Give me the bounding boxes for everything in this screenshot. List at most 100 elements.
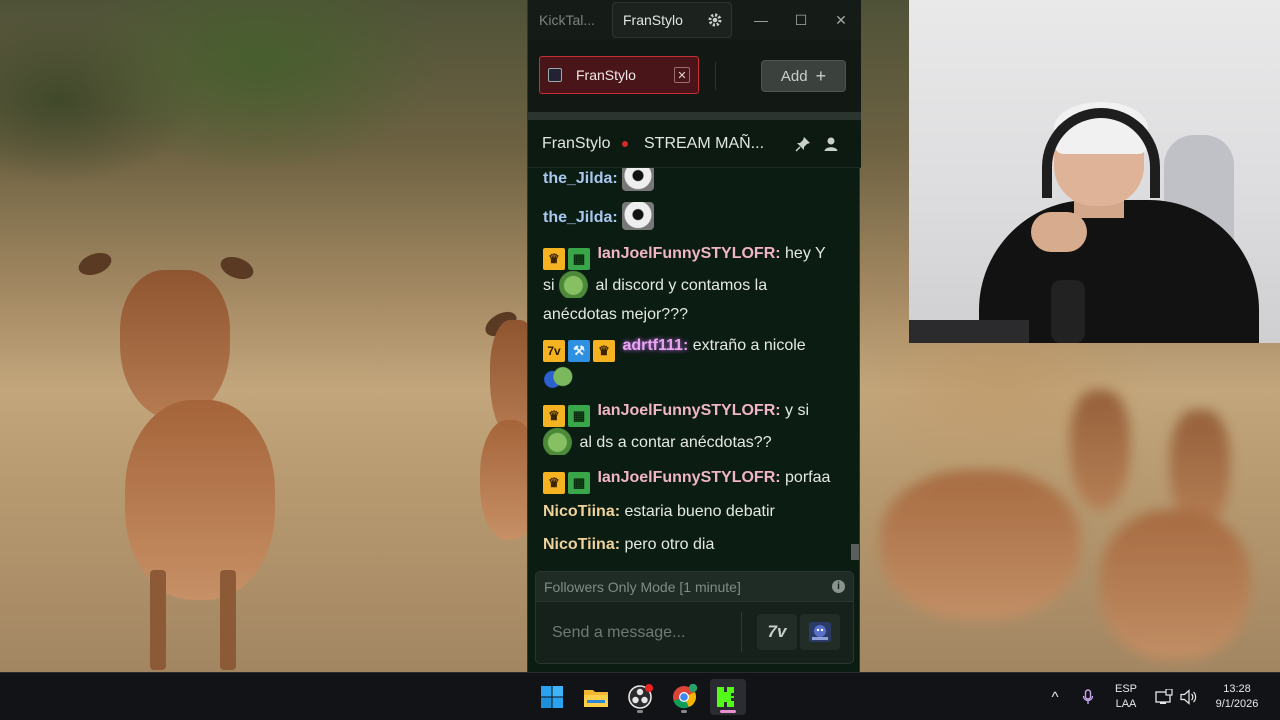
tray-network[interactable] <box>1153 673 1175 720</box>
info-icon[interactable]: i <box>832 580 845 593</box>
chat-scrollbar-thumb[interactable] <box>851 544 859 560</box>
crown-badge-icon: ♛ <box>543 472 565 494</box>
followers-only-notice: Followers Only Mode [1 minute] i <box>536 572 853 602</box>
stream-channel-name[interactable]: FranStylo <box>542 135 610 153</box>
chevron-up-icon: ^ <box>1051 688 1059 706</box>
chat-text: pero otro dia <box>624 536 715 553</box>
emote-picker-icon <box>809 622 831 642</box>
subscriber-badge-icon: ▦ <box>568 472 590 494</box>
maximize-button[interactable]: ☐ <box>786 8 816 32</box>
network-icon <box>1155 689 1173 704</box>
crown-badge-icon: ♛ <box>593 340 615 362</box>
taskbar-obs[interactable] <box>622 679 658 715</box>
chat-username[interactable]: the_Jilda: <box>543 209 618 226</box>
title-bar[interactable]: KickTal... FranStylo — ☐ ✕ <box>528 0 861 40</box>
kick-icon <box>717 687 734 707</box>
webcam-desk <box>909 320 1029 343</box>
close-icon: ✕ <box>835 11 847 28</box>
subscriber-badge-icon: ▦ <box>568 405 590 427</box>
chat-message: ♛ ▦ IanJoelFunnySTYLOFR: y si al ds a con… <box>543 397 843 457</box>
seventv-badge-icon: 7v <box>543 340 565 362</box>
user-icon <box>824 137 838 151</box>
chat-username[interactable]: IanJoelFunnySTYLOFR: <box>597 402 780 419</box>
stream-info-bar: FranStylo STREAM MAÑ... <box>528 120 861 168</box>
gear-icon <box>708 13 722 27</box>
chat-text: porfaa <box>785 469 831 486</box>
start-button[interactable] <box>534 679 570 715</box>
cat-emote <box>622 202 655 230</box>
taskbar-kicktalk[interactable] <box>710 679 746 715</box>
settings-button[interactable] <box>700 8 730 32</box>
chat-text: estaria bueno debatir <box>624 503 775 520</box>
tabs-divider <box>715 62 716 90</box>
composer-divider <box>741 612 742 652</box>
stream-title: STREAM MAÑ... <box>644 135 765 152</box>
tray-microphone[interactable] <box>1077 673 1099 720</box>
wallpaper-deer-left <box>70 240 330 670</box>
clock-date: 9/1/2026 <box>1215 698 1259 710</box>
chat-username[interactable]: the_Jilda: <box>543 170 618 187</box>
live-indicator <box>622 141 628 147</box>
add-channel-label: Add <box>780 67 808 85</box>
language-code: ESP <box>1114 683 1137 695</box>
chat-message: NicoTiina: estaria bueno debatir <box>543 497 843 527</box>
wallpaper-deer-right <box>880 370 1260 670</box>
chat-text: anécdotas mejor??? <box>543 306 688 323</box>
channel-avatar-icon <box>548 68 562 82</box>
seventv-emote-button[interactable]: 7v <box>757 614 797 650</box>
windows-icon <box>541 686 563 708</box>
tray-clock[interactable]: 13:28 9/1/2026 <box>1206 673 1268 720</box>
clock-time: 13:28 <box>1223 683 1251 695</box>
chat-username[interactable]: NicoTiina: <box>543 536 620 553</box>
close-button[interactable]: ✕ <box>826 8 856 32</box>
titlebar-tab-label: FranStylo <box>623 12 683 28</box>
add-channel-button[interactable]: Add + <box>761 60 846 92</box>
chat-text: hey Y <box>785 245 826 262</box>
tabs-scrollbar[interactable] <box>528 112 861 120</box>
chat-message: NicoTiina: pero otro dia <box>543 530 843 560</box>
channel-tab-label: FranStylo <box>576 67 636 83</box>
maximize-icon: ☐ <box>794 11 808 28</box>
chat-message: the_Jilda: <box>543 202 843 233</box>
crown-badge-icon: ♛ <box>543 405 565 427</box>
webcam-person-hand <box>1031 212 1087 252</box>
chat-username[interactable]: IanJoelFunnySTYLOFR: <box>597 245 780 262</box>
subscriber-badge-icon: ▦ <box>568 248 590 270</box>
message-input[interactable]: Send a message... <box>552 624 685 642</box>
minimize-icon: — <box>754 12 768 28</box>
chat-message: the_Jilda: <box>543 168 843 194</box>
close-tab-button[interactable]: ✕ <box>674 67 690 83</box>
webcam-microphone <box>1051 280 1085 343</box>
channel-tab-franstylo[interactable]: FranStylo ✕ <box>539 56 699 94</box>
chat-messages[interactable]: the_Jilda: the_Jilda: ♛ ▦ IanJoelFunnySTY… <box>528 168 861 568</box>
kick-emote-button[interactable] <box>800 614 840 650</box>
chat-username[interactable]: adrtf111: <box>622 337 688 354</box>
chrome-icon <box>673 684 697 709</box>
chat-text: extraño a nicole <box>692 337 806 354</box>
chat-username[interactable]: IanJoelFunnySTYLOFR: <box>597 469 780 486</box>
chat-message: 7v ⚒ ♛ adrtf111: extraño a nicole <box>543 331 843 393</box>
windows-taskbar: ^ ESP LAA 13:28 9/1/2026 <box>0 672 1280 720</box>
pin-button[interactable] <box>793 134 813 154</box>
minimize-button[interactable]: — <box>746 8 776 32</box>
channel-tabs-bar: FranStylo ✕ Add + <box>528 40 861 112</box>
cat-emote <box>622 168 655 191</box>
webcam-overlay <box>909 0 1280 343</box>
frog-emote <box>543 427 575 455</box>
chat-username[interactable]: NicoTiina: <box>543 503 620 520</box>
users-button[interactable] <box>821 134 841 154</box>
frog-emote <box>559 270 592 298</box>
running-indicator <box>681 710 687 713</box>
taskbar-file-explorer[interactable] <box>578 679 614 715</box>
keyboard-layout: LAA <box>1115 698 1137 710</box>
speaker-icon <box>1180 689 1197 705</box>
taskbar-chrome[interactable] <box>666 679 702 715</box>
followers-only-text: Followers Only Mode [1 minute] <box>544 579 741 595</box>
tray-overflow-button[interactable]: ^ <box>1043 673 1067 720</box>
chat-composer: Followers Only Mode [1 minute] i Send a … <box>535 571 854 664</box>
kicktalk-window: KickTal... FranStylo — ☐ ✕ FranStylo ✕ A… <box>527 0 861 672</box>
frog-emote <box>543 362 575 390</box>
obs-icon <box>628 684 653 709</box>
tray-language[interactable]: ESP LAA <box>1108 673 1144 720</box>
tray-volume[interactable] <box>1178 673 1200 720</box>
